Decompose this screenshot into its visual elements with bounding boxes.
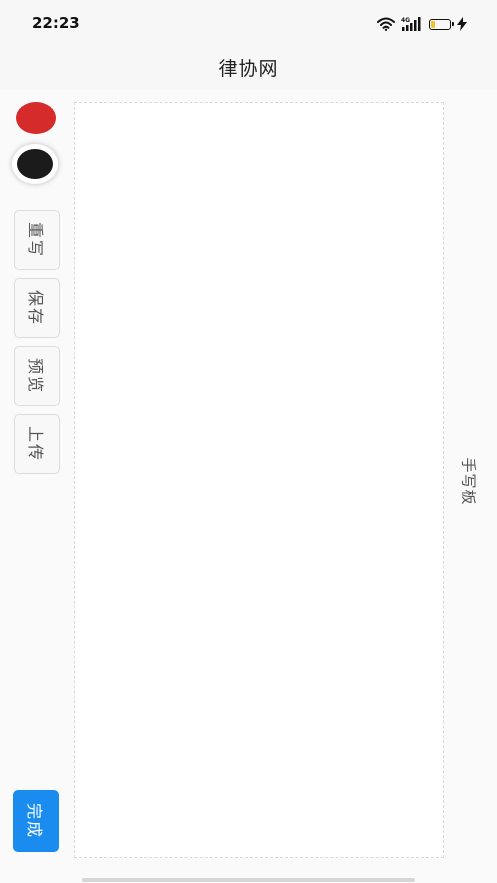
done-button[interactable]: 完成 (13, 790, 59, 852)
status-time: 22:23 (32, 14, 80, 32)
rewrite-button-label: 重写 (25, 221, 45, 259)
preview-button[interactable]: 预览 (14, 346, 60, 406)
status-icons: 4G (377, 14, 467, 34)
home-indicator[interactable] (82, 878, 415, 882)
done-button-label: 完成 (24, 802, 44, 840)
save-button[interactable]: 保存 (14, 278, 60, 338)
upload-button[interactable]: 上传 (14, 414, 60, 474)
signal-4g-icon: 4G (401, 16, 423, 32)
wifi-icon (377, 17, 395, 31)
signature-canvas[interactable] (74, 102, 444, 858)
color-black-button[interactable] (12, 144, 58, 184)
rewrite-button[interactable]: 重写 (14, 210, 60, 270)
save-button-label: 保存 (25, 289, 45, 327)
handwriting-pad-label: 手写板 (446, 455, 492, 507)
upload-button-label: 上传 (25, 425, 45, 463)
preview-button-label: 预览 (25, 357, 45, 395)
status-bar: 22:23 4G (0, 0, 497, 44)
nav-bar: 律协网 (0, 44, 497, 90)
network-label: 4G (401, 17, 410, 24)
handwriting-pad-label-text: 手写板 (459, 456, 478, 506)
battery-level (431, 20, 435, 28)
charging-bolt-icon (457, 17, 467, 31)
color-red-button[interactable] (16, 102, 56, 134)
battery-icon (429, 18, 454, 30)
page-title: 律协网 (218, 57, 279, 80)
